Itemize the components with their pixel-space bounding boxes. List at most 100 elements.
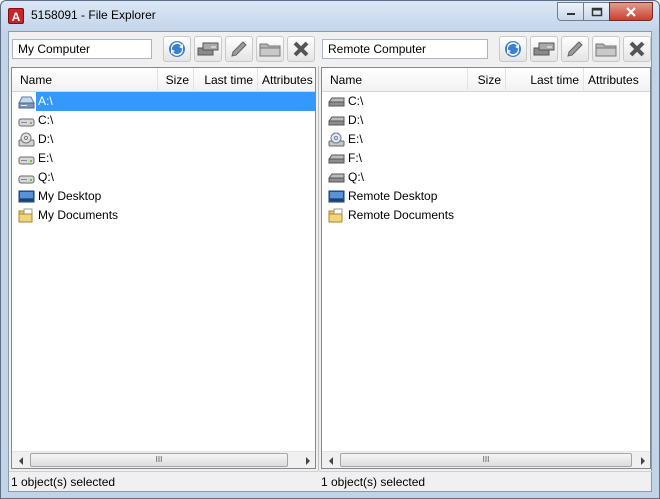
local-delete-button[interactable] (287, 36, 315, 62)
file-explorer-window: A 5158091 - File Explorer My Computer Na… (0, 0, 660, 499)
column-header-size[interactable]: Size (468, 68, 506, 92)
remote-map-drive-button[interactable] (530, 36, 558, 62)
local-path-input[interactable] (12, 39, 152, 59)
hard-drive-icon (328, 97, 345, 107)
column-header-last-time[interactable]: Last time (194, 68, 258, 92)
delete-icon (629, 41, 645, 57)
minimize-button[interactable] (557, 2, 583, 21)
remote-refresh-button[interactable] (499, 36, 527, 62)
column-header-size[interactable]: Size (158, 68, 194, 92)
rename-pencil-icon (567, 41, 583, 57)
new-folder-icon (259, 43, 281, 57)
local-new-folder-button[interactable] (256, 36, 284, 62)
item-label: Remote Documents (348, 208, 455, 222)
remote-file-list[interactable]: Name Size Last time Attributes C:\ D:\ E… (321, 67, 651, 469)
hard-drive-icon (328, 116, 345, 126)
remote-toolbar (319, 32, 653, 66)
refresh-icon (169, 41, 185, 57)
remote-delete-button[interactable] (623, 36, 651, 62)
hard-drive-icon (18, 156, 35, 165)
local-file-list[interactable]: Name Size Last time Attributes A:\ C:\ D… (11, 67, 316, 469)
list-item[interactable]: My Desktop (12, 187, 315, 206)
item-label: Q:\ (38, 170, 55, 184)
item-label: F:\ (348, 151, 362, 165)
list-item[interactable]: D:\ (322, 111, 650, 130)
maximize-icon (591, 7, 602, 16)
item-label: My Desktop (38, 189, 102, 203)
scrollbar-thumb[interactable]: III (30, 453, 288, 467)
hard-drive-icon (328, 154, 345, 164)
list-item[interactable]: C:\ (12, 111, 315, 130)
rename-pencil-icon (231, 41, 247, 57)
list-item[interactable]: Remote Documents (322, 206, 650, 225)
list-item[interactable]: Remote Desktop (322, 187, 650, 206)
column-header-name[interactable]: Name (12, 68, 158, 92)
remote-list-header: Name Size Last time Attributes (322, 68, 650, 92)
floppy-drive-icon (18, 96, 35, 109)
local-list-header: Name Size Last time Attributes (12, 68, 315, 92)
column-header-last-time[interactable]: Last time (506, 68, 584, 92)
column-header-attributes[interactable]: Attributes (584, 68, 652, 92)
list-item[interactable]: My Documents (12, 206, 315, 225)
title-bar[interactable]: A 5158091 - File Explorer (1, 1, 659, 31)
scrollbar-thumb[interactable]: III (340, 453, 632, 467)
list-item[interactable]: C:\ (322, 92, 650, 111)
desktop-icon (328, 190, 345, 203)
network-drives-icon (197, 42, 219, 56)
network-drives-icon (533, 42, 555, 56)
close-button[interactable] (609, 2, 653, 21)
minimize-icon (566, 12, 575, 15)
close-icon (626, 6, 636, 17)
list-item[interactable]: A:\ (12, 92, 316, 111)
item-label: C:\ (38, 113, 54, 127)
new-folder-icon (595, 43, 617, 57)
cd-drive-icon (328, 132, 345, 147)
list-item[interactable]: E:\ (322, 130, 650, 149)
list-item[interactable]: Q:\ (12, 168, 315, 187)
hard-drive-icon (18, 175, 35, 184)
list-item[interactable]: D:\ (12, 130, 315, 149)
column-header-attributes[interactable]: Attributes (258, 68, 317, 92)
item-label: E:\ (348, 132, 363, 146)
desktop-icon (18, 190, 35, 203)
local-toolbar (9, 32, 318, 66)
column-header-name[interactable]: Name (322, 68, 468, 92)
item-label: A:\ (36, 92, 316, 111)
scroll-right-arrow-icon[interactable] (634, 452, 651, 469)
explorer-client-area: Name Size Last time Attributes A:\ C:\ (8, 31, 653, 493)
item-label: D:\ (38, 132, 54, 146)
scroll-right-arrow-icon[interactable] (299, 452, 316, 469)
documents-folder-icon (328, 208, 343, 223)
list-item[interactable]: F:\ (322, 149, 650, 168)
remote-new-folder-button[interactable] (592, 36, 620, 62)
list-item[interactable]: E:\ (12, 149, 315, 168)
local-rename-button[interactable] (225, 36, 253, 62)
local-horizontal-scrollbar[interactable]: III (12, 451, 315, 468)
maximize-button[interactable] (583, 2, 609, 21)
local-pane: Name Size Last time Attributes A:\ C:\ (9, 32, 318, 493)
hard-drive-icon (18, 118, 35, 127)
item-label: My Documents (38, 208, 119, 222)
item-label: E:\ (38, 151, 53, 165)
local-map-drive-button[interactable] (194, 36, 222, 62)
local-status-bar: 1 object(s) selected (9, 471, 318, 493)
remote-path-input[interactable] (322, 39, 488, 59)
documents-folder-icon (18, 208, 33, 223)
delete-icon (293, 41, 309, 57)
list-item[interactable]: Q:\ (322, 168, 650, 187)
item-label: D:\ (348, 113, 364, 127)
cd-drive-icon (18, 132, 35, 147)
remote-status-bar: 1 object(s) selected (319, 471, 653, 493)
item-label: C:\ (348, 94, 364, 108)
hard-drive-icon (328, 173, 345, 183)
item-label: Remote Desktop (348, 189, 438, 203)
window-title: 5158091 - File Explorer (31, 8, 156, 22)
refresh-icon (505, 41, 521, 57)
remote-rename-button[interactable] (561, 36, 589, 62)
local-refresh-button[interactable] (163, 36, 191, 62)
scroll-left-arrow-icon[interactable] (12, 452, 29, 469)
remote-horizontal-scrollbar[interactable]: III (322, 451, 650, 468)
scroll-left-arrow-icon[interactable] (322, 452, 339, 469)
app-icon: A (8, 8, 24, 24)
remote-pane: Name Size Last time Attributes C:\ D:\ (319, 32, 653, 493)
